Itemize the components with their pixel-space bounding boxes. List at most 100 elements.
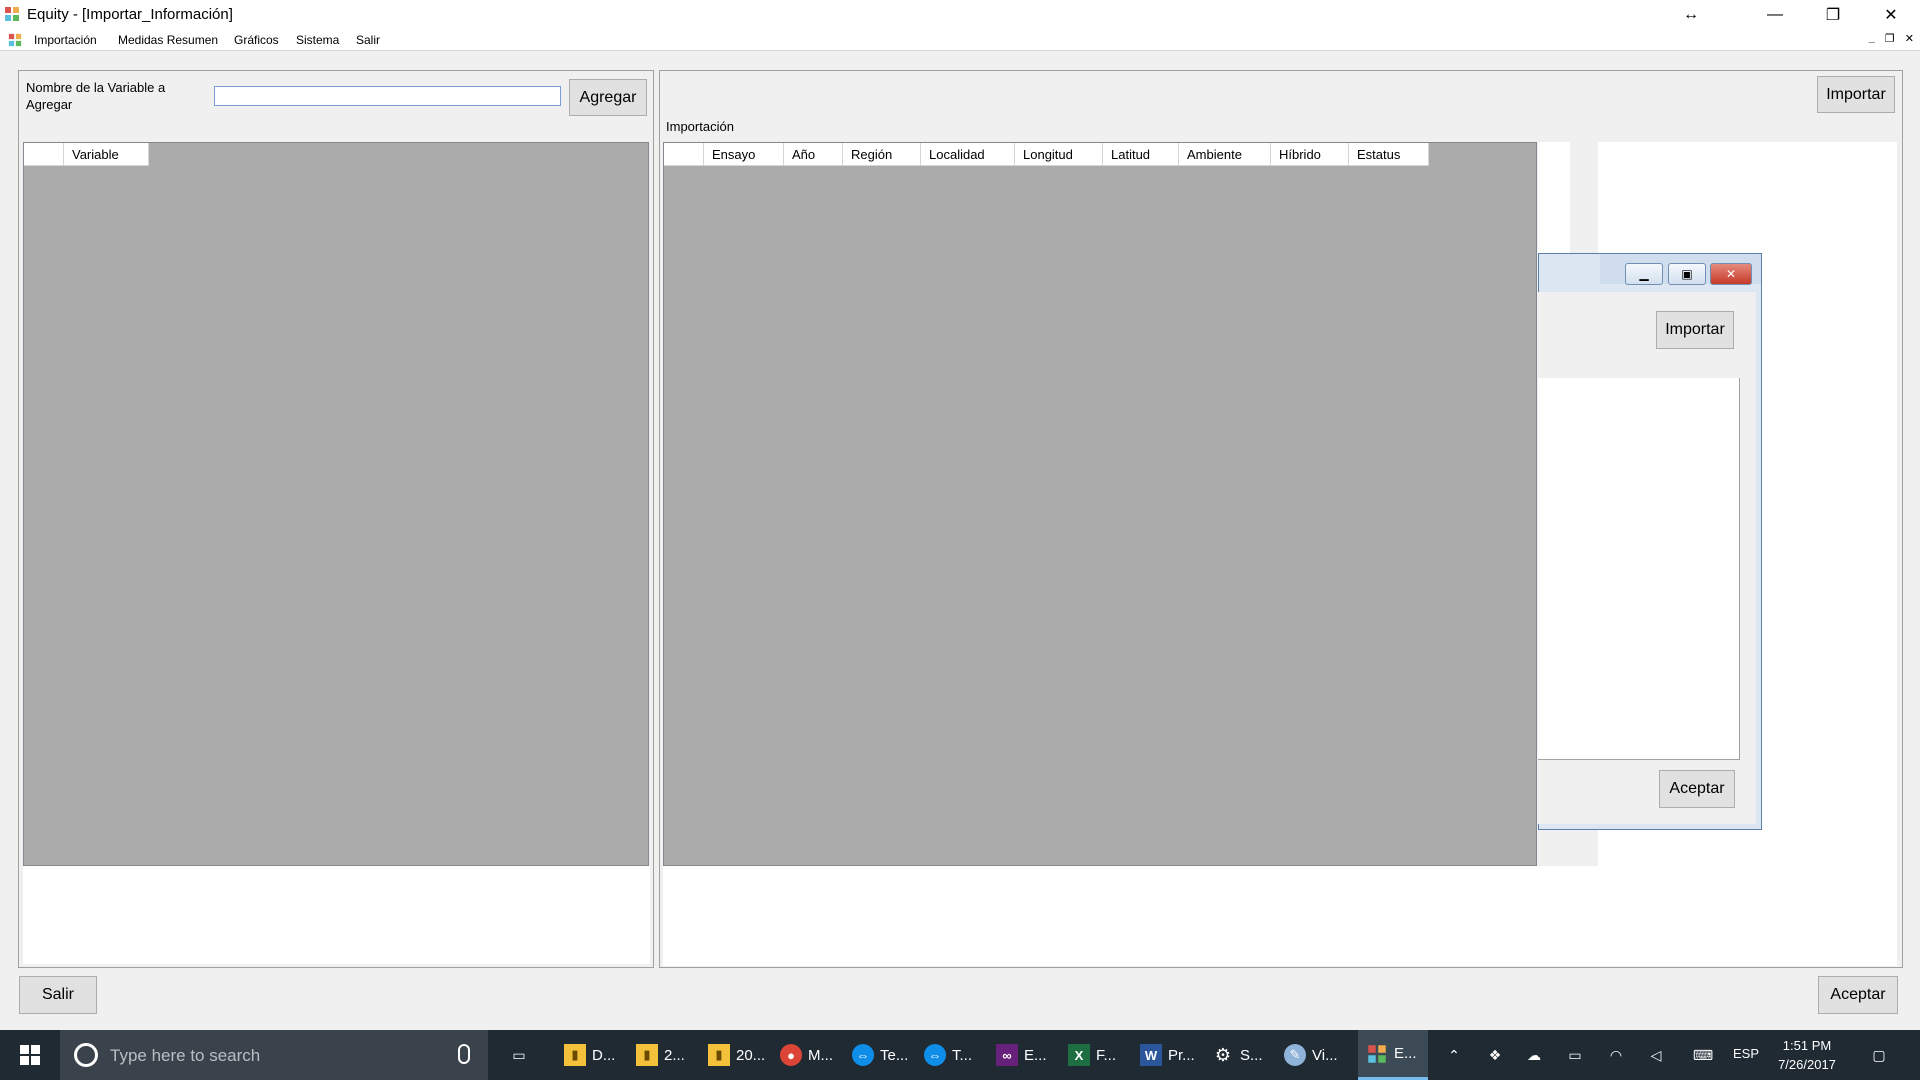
volume-icon[interactable]: ◁ <box>1645 1045 1667 1065</box>
settings-icon: ⚙ <box>1214 1044 1232 1065</box>
mdi-close-button[interactable]: ✕ <box>1905 32 1914 45</box>
column-header-variable[interactable]: Variable <box>64 143 149 166</box>
taskbar-item-excel[interactable]: X F... <box>1060 1030 1126 1080</box>
dialog-close-button[interactable]: ✕ <box>1710 263 1752 285</box>
column-header-ambiente[interactable]: Ambiente <box>1179 143 1271 166</box>
teamviewer-icon: ⇔ <box>852 1044 874 1066</box>
column-header-localidad[interactable]: Localidad <box>921 143 1015 166</box>
variables-grid[interactable]: Variable <box>23 142 649 866</box>
menu-graficos[interactable]: Gráficos <box>234 33 279 47</box>
visual-studio-icon: ∞ <box>996 1044 1018 1066</box>
clock-date: 7/26/2017 <box>1778 1057 1836 1072</box>
notification-icon[interactable]: ▢ <box>1868 1045 1890 1065</box>
dialog-accept-button[interactable]: Aceptar <box>1659 770 1735 808</box>
mdi-minimize-button[interactable]: _ <box>1869 32 1875 45</box>
accept-button[interactable]: Aceptar <box>1818 976 1898 1014</box>
close-button[interactable]: ✕ <box>1862 0 1920 29</box>
variable-name-input[interactable] <box>214 86 561 106</box>
column-header-latitud[interactable]: Latitud <box>1103 143 1179 166</box>
language-indicator[interactable]: ESP <box>1733 1046 1759 1061</box>
taskbar-item-label: D... <box>592 1046 616 1064</box>
onedrive-icon[interactable]: ☁ <box>1523 1045 1545 1065</box>
taskbar-item-word[interactable]: W Pr... <box>1132 1030 1198 1080</box>
exit-button[interactable]: Salir <box>19 976 97 1014</box>
column-header-region[interactable]: Región <box>843 143 921 166</box>
taskbar-item-label: Vi... <box>1312 1046 1338 1064</box>
variables-panel-footer-area <box>23 866 650 964</box>
column-header-ano[interactable]: Año <box>784 143 843 166</box>
taskbar-item-label: T... <box>952 1046 973 1064</box>
folder-icon: ▮ <box>708 1044 730 1066</box>
taskbar-item-equity[interactable]: E... <box>1358 1030 1428 1080</box>
taskbar-item-label: S... <box>1240 1046 1263 1064</box>
taskbar-item-label: M... <box>808 1046 833 1064</box>
window-title: Equity - [Importar_Información] <box>27 6 233 23</box>
import-button[interactable]: Importar <box>1817 76 1895 113</box>
menu-salir[interactable]: Salir <box>356 33 380 47</box>
dialog-import-button[interactable]: Importar <box>1656 311 1734 349</box>
taskbar-item-label: Pr... <box>1168 1046 1195 1064</box>
taskbar-item-explorer-1[interactable]: ▮ D... <box>556 1030 622 1080</box>
taskbar-item-label: E... <box>1024 1046 1047 1064</box>
taskbar-item-chrome[interactable]: ● M... <box>772 1030 838 1080</box>
menu-importacion[interactable]: Importación <box>34 33 97 47</box>
column-header-ensayo[interactable]: Ensayo <box>704 143 784 166</box>
excel-icon: X <box>1068 1044 1090 1066</box>
microphone-icon[interactable] <box>458 1044 470 1064</box>
taskbar-search-box[interactable]: Type here to search <box>60 1030 488 1080</box>
cortana-icon <box>74 1043 98 1067</box>
menu-medidas-resumen[interactable]: Medidas Resumen <box>118 33 218 47</box>
column-header-estatus[interactable]: Estatus <box>1349 143 1429 166</box>
background-dialog-list <box>1538 378 1740 760</box>
clock-time: 1:51 PM <box>1782 1038 1832 1053</box>
equity-app-icon <box>5 7 19 21</box>
row-header-cell[interactable] <box>664 143 704 166</box>
taskbar-item-explorer-3[interactable]: ▮ 20... <box>700 1030 766 1080</box>
folder-icon: ▮ <box>564 1044 586 1066</box>
mdi-controls: _ ❐ ✕ <box>1869 32 1914 45</box>
wifi-icon[interactable]: ◠ <box>1605 1045 1627 1065</box>
taskbar: Type here to search ▭ ▮ D... ▮ 2... ▮ 20… <box>0 1030 1920 1080</box>
column-header-longitud[interactable]: Longitud <box>1015 143 1103 166</box>
minimize-button[interactable]: — <box>1746 0 1804 29</box>
taskbar-item-label: 20... <box>736 1046 766 1064</box>
mdi-restore-button[interactable]: ❐ <box>1885 32 1895 45</box>
chevron-up-icon[interactable]: ⌃ <box>1443 1045 1465 1065</box>
taskbar-item-label: Te... <box>880 1046 909 1064</box>
paint-icon: ✎ <box>1284 1044 1306 1066</box>
title-bar: Equity - [Importar_Información] ↔ — ❐ ✕ <box>0 0 1920 29</box>
teamviewer-icon: ⇔ <box>924 1044 946 1066</box>
taskbar-item-settings[interactable]: ⚙ S... <box>1204 1030 1270 1080</box>
row-header-cell[interactable] <box>24 143 64 166</box>
add-variable-button[interactable]: Agregar <box>569 79 647 116</box>
search-placeholder: Type here to search <box>110 1046 261 1065</box>
start-button[interactable] <box>0 1030 60 1080</box>
task-view-icon[interactable]: ▭ <box>508 1045 530 1065</box>
taskbar-item-visual-studio[interactable]: ∞ E... <box>988 1030 1054 1080</box>
folder-icon: ▮ <box>636 1044 658 1066</box>
word-icon: W <box>1140 1044 1162 1066</box>
column-header-hibrido[interactable]: Híbrido <box>1271 143 1349 166</box>
mdi-child-icon <box>8 33 22 47</box>
import-grid-header: Ensayo Año Región Localidad Longitud Lat… <box>664 143 1429 166</box>
menu-bar: Importación Medidas Resumen Gráficos Sis… <box>0 29 1920 51</box>
restore-button[interactable]: ❐ <box>1804 0 1862 29</box>
import-grid[interactable]: Ensayo Año Región Localidad Longitud Lat… <box>663 142 1537 866</box>
clock[interactable]: 1:51 PM 7/26/2017 <box>1763 1036 1851 1074</box>
battery-icon[interactable]: ▭ <box>1564 1045 1586 1065</box>
dialog-restore-button[interactable]: ▣ <box>1668 263 1706 285</box>
taskbar-item-paint[interactable]: ✎ Vi... <box>1276 1030 1342 1080</box>
taskbar-item-teamviewer-1[interactable]: ⇔ Te... <box>844 1030 910 1080</box>
taskbar-item-label: 2... <box>664 1046 685 1064</box>
keyboard-icon[interactable]: ⌨ <box>1688 1045 1718 1065</box>
resize-icon: ↔ <box>1683 5 1699 23</box>
dialog-minimize-button[interactable]: ▁ <box>1625 263 1663 285</box>
taskbar-item-explorer-2[interactable]: ▮ 2... <box>628 1030 694 1080</box>
windows-logo-icon <box>20 1045 40 1065</box>
menu-sistema[interactable]: Sistema <box>296 33 339 47</box>
taskbar-item-teamviewer-2[interactable]: ⇔ T... <box>916 1030 982 1080</box>
equity-app-icon <box>1366 1043 1388 1065</box>
import-section-label: Importación <box>666 119 734 134</box>
dropbox-icon[interactable]: ❖ <box>1484 1045 1506 1065</box>
variables-grid-header: Variable <box>24 143 149 166</box>
